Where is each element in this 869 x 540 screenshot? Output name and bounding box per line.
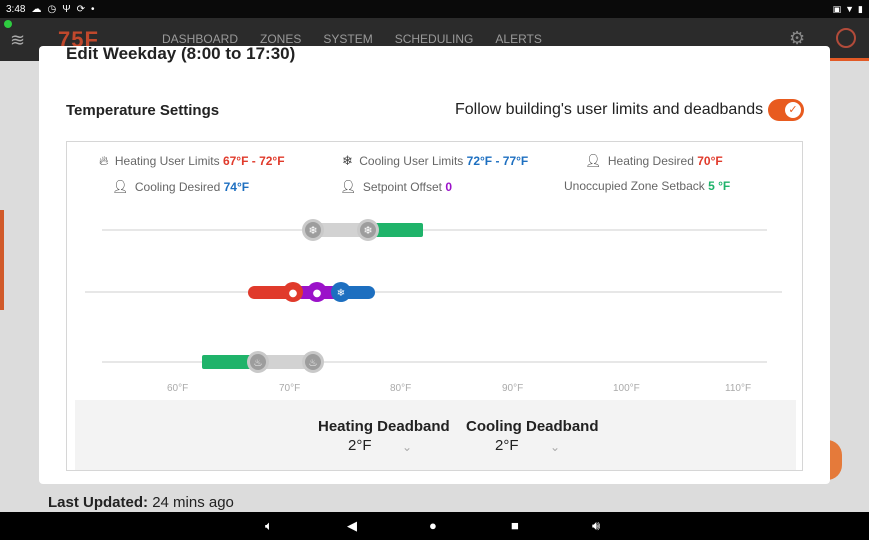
connection-dot-icon xyxy=(4,20,12,28)
volume-up-icon[interactable]: 🔊︎ xyxy=(592,518,600,534)
setpoint-offset-handle[interactable]: ● xyxy=(307,282,327,302)
check-icon: ✓ xyxy=(785,102,801,118)
heating-deadband-label: Heating Deadband xyxy=(318,418,450,435)
follow-limits-toggle[interactable]: ✓ xyxy=(768,99,804,121)
schedule-edit-dialog: Edit Weekday (8:00 to 17:30) Temperature… xyxy=(39,46,830,484)
svg-text:♨: ♨ xyxy=(254,358,263,369)
chevron-down-icon[interactable]: ⌄ xyxy=(402,440,412,454)
svg-text:♨: ♨ xyxy=(309,358,318,369)
heating-max-handle[interactable]: ♨ xyxy=(302,351,324,373)
section-title: Temperature Settings xyxy=(66,102,220,119)
main-nav: DASHBOARD ZONES SYSTEM SCHEDULING ALERTS xyxy=(162,32,542,46)
tick-60: 60°F xyxy=(167,383,189,394)
nav-zones[interactable]: ZONES xyxy=(260,32,301,46)
home-icon[interactable]: ● xyxy=(429,518,437,533)
last-updated: Last Updated: 24 mins ago xyxy=(48,494,234,511)
last-updated-value: 24 mins ago xyxy=(152,494,234,511)
status-bar: 3:48 ☁ ◷ Ψ ⟳ • ▣ ▼ ▮ xyxy=(0,0,869,18)
side-accent xyxy=(0,210,4,310)
follow-limits-label: Follow building's user limits and deadba… xyxy=(455,101,764,118)
wifi-icon: ▼ xyxy=(845,4,855,14)
chevron-down-icon[interactable]: ⌄ xyxy=(550,440,560,454)
clock-icon: ◷ xyxy=(47,3,57,15)
temperature-panel: 🔥︎ Heating User Limits 67°F - 72°F ❄ Coo… xyxy=(66,141,803,471)
tick-70: 70°F xyxy=(279,383,301,394)
cooling-desired-handle[interactable]: ❄ xyxy=(331,282,351,302)
last-updated-label: Last Updated: xyxy=(48,494,149,511)
nav-scheduling[interactable]: SCHEDULING xyxy=(395,32,474,46)
cooling-deadband-value[interactable]: 2°F xyxy=(495,437,519,454)
tick-110: 110°F xyxy=(725,383,752,394)
deadband-section xyxy=(75,400,796,470)
cooling-min-handle[interactable]: ❄ xyxy=(302,219,324,241)
nav-system[interactable]: SYSTEM xyxy=(323,32,372,46)
svg-text:●: ● xyxy=(289,288,298,299)
dot-icon: • xyxy=(90,3,95,15)
heating-desired-handle[interactable]: ● xyxy=(283,282,303,302)
svg-text:❄: ❄ xyxy=(308,224,317,237)
layers-icon[interactable]: ≋ xyxy=(10,30,25,51)
svg-text:●: ● xyxy=(313,288,322,299)
usb-icon: Ψ xyxy=(62,3,71,15)
recents-icon[interactable]: ■ xyxy=(511,518,519,533)
sync-icon: ⟳ xyxy=(76,3,85,15)
battery-icon: ▮ xyxy=(858,3,863,14)
heating-min-handle[interactable]: ♨ xyxy=(247,351,269,373)
svg-text:❄: ❄ xyxy=(337,288,345,299)
gauge-icon[interactable] xyxy=(836,28,856,48)
svg-text:❄: ❄ xyxy=(363,224,372,237)
volume-down-icon[interactable]: 🔈︎ xyxy=(265,518,273,534)
tick-100: 100°F xyxy=(613,383,640,394)
nav-dashboard[interactable]: DASHBOARD xyxy=(162,32,238,46)
nav-alerts[interactable]: ALERTS xyxy=(495,32,541,46)
status-time: 3:48 xyxy=(6,3,26,15)
back-icon[interactable]: ◀ xyxy=(347,518,357,534)
tick-80: 80°F xyxy=(390,383,412,394)
system-navigation-bar: 🔈︎ ◀ ● ■ 🔊︎ xyxy=(0,512,869,540)
cooling-max-handle[interactable]: ❄ xyxy=(357,219,379,241)
no-sim-icon: ▣ xyxy=(832,3,842,14)
dialog-title: Edit Weekday (8:00 to 17:30) xyxy=(66,46,296,63)
tick-90: 90°F xyxy=(502,383,524,394)
cooling-deadband-label: Cooling Deadband xyxy=(466,418,599,435)
cloud-icon: ☁ xyxy=(31,3,42,15)
heating-deadband-value[interactable]: 2°F xyxy=(348,437,372,454)
